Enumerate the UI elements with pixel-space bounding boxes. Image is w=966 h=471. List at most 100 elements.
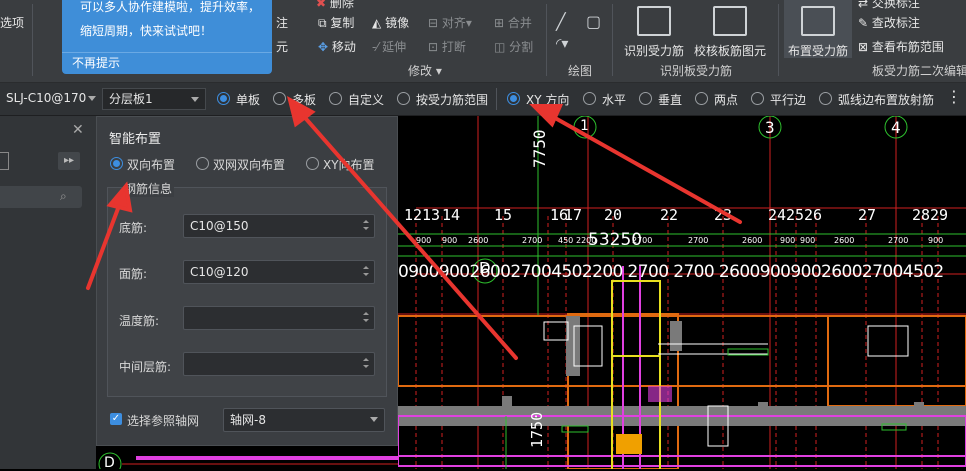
dim-small: 900 (416, 236, 432, 245)
axis-label: 15 (494, 206, 513, 224)
group-label-secondary: 板受力筋二次编辑 (872, 64, 966, 78)
mid-rebar-input[interactable] (183, 352, 375, 376)
axis-label: 14 (442, 206, 461, 224)
radio-xy[interactable] (306, 157, 319, 170)
dim-vertical-low: 1750 (528, 411, 546, 448)
radio-custom[interactable] (329, 92, 342, 105)
grid-select[interactable]: 轴网-8 (223, 408, 385, 432)
top-rebar-input[interactable]: C10@120 (183, 260, 375, 284)
split-icon: ◫ (494, 40, 506, 54)
delete-button[interactable]: ✖ 删除 (316, 0, 354, 11)
panel-icon[interactable] (0, 152, 9, 170)
axis-letter: D (479, 259, 491, 277)
ribbon-separator (32, 4, 33, 76)
dim-small: 900 (442, 236, 458, 245)
radio-label: 自定义 (348, 93, 385, 107)
mirror-icon: ◭ (372, 16, 382, 30)
arc-icon[interactable]: ◜▾ (556, 36, 568, 52)
radio-by-rebar-range[interactable] (397, 92, 410, 105)
break-icon: ⊡ (428, 40, 439, 54)
panel-title: 智能布置 (109, 132, 162, 147)
spinner-icon (363, 312, 369, 322)
radio-double-net[interactable] (196, 157, 209, 170)
axis-label-top: 1 (580, 118, 589, 134)
dim-total: 53250 (588, 230, 643, 250)
radio-multi-board[interactable] (273, 92, 286, 105)
dim-small: 450 (558, 236, 574, 245)
expand-icon[interactable]: ▸▸ (58, 152, 80, 170)
swap-label-button[interactable]: ⇄ 交换标注 (858, 0, 920, 11)
radio-bidirectional[interactable] (110, 157, 123, 170)
temp-rebar-input[interactable] (183, 306, 375, 330)
options-button[interactable]: 选项 (0, 14, 24, 31)
dim-small: 2700 (888, 236, 909, 245)
axis-label: 12 (404, 206, 423, 224)
option-bar: SLJ-C10@170 分层板1 单板 多板 自定义 按受力筋范围 XY 方向 … (0, 83, 966, 116)
radio-horizontal[interactable] (583, 92, 596, 105)
radio-label: XY 方向 (526, 93, 570, 107)
move-button[interactable]: ✥ 移动 (318, 38, 356, 55)
axis-label: 29 (930, 206, 949, 224)
axis-label: 17 (564, 206, 583, 224)
radio-single-board[interactable] (217, 92, 230, 105)
view-range-button[interactable]: ⊠ 查看布筋范围 (858, 38, 944, 55)
collab-tooltip: 可以多人协作建模啦，提升效率， 缩短周期，快来试试吧！ 不再提示 (62, 0, 272, 74)
canvas-strip: D (96, 446, 398, 471)
identify-icon (637, 6, 671, 36)
radio-xy-direction[interactable] (507, 92, 520, 105)
view-label-button[interactable]: ✎ 查改标注 (858, 14, 920, 31)
cad-canvas[interactable]: 1 3 4 7750 12 13 14 15 16 17 20 22 23 24… (398, 116, 966, 469)
merge-button[interactable]: ⊞ 合并 (494, 14, 532, 31)
mirror-button[interactable]: ◭ 镜像 (372, 14, 409, 31)
radio-two-points[interactable] (695, 92, 708, 105)
grid-checkbox-label: 选择参照轴网 (127, 414, 200, 428)
close-icon[interactable]: ✕ (72, 122, 84, 138)
identify-rebar-button[interactable]: 识别受力筋 (620, 6, 688, 59)
arrange-force-rebar-button[interactable]: 布置受力筋 (784, 0, 852, 58)
bottom-rebar-input[interactable]: C10@150 (183, 214, 375, 238)
rectangle-icon[interactable]: ▢ (586, 12, 601, 31)
group-label-modify[interactable]: 修改 ▾ (408, 62, 442, 79)
axis-label: 24 (768, 206, 787, 224)
line-icon[interactable]: ╱ (556, 12, 566, 31)
canvas-strip-drawing (98, 452, 398, 469)
split-button[interactable]: ◫ 分割 (494, 38, 533, 55)
extend-icon: -⁄ (372, 40, 379, 54)
cad-drawing (398, 116, 966, 469)
axis-label: 20 (604, 206, 623, 224)
more-options-icon[interactable]: ⋮ (946, 87, 962, 106)
ribbon-separator (546, 4, 547, 76)
chevron-down-icon (88, 96, 96, 101)
dim-small: 900 (780, 236, 796, 245)
rebar-select[interactable]: SLJ-C10@170 (0, 88, 102, 110)
radio-label: 按受力筋范围 (416, 93, 489, 107)
dim-small: 2700 (688, 236, 709, 245)
grid-checkbox[interactable]: ✓ (110, 413, 122, 425)
radio-label: 单板 (236, 93, 261, 107)
dim-small: 900 (800, 236, 816, 245)
copy-icon: ⧉ (318, 16, 327, 30)
layer-select[interactable]: 分层板1 (102, 88, 206, 110)
align-button[interactable]: ⊟ 对齐▾ (428, 14, 472, 31)
radio-vertical[interactable] (639, 92, 652, 105)
ribbon-separator (778, 4, 779, 76)
merge-icon: ⊞ (494, 16, 505, 30)
axis-label: 22 (660, 206, 679, 224)
dim-small: 2600 (742, 236, 763, 245)
chevron-down-icon (191, 97, 199, 102)
dismiss-tooltip-button[interactable]: 不再提示 (62, 52, 272, 74)
axis-label: 13 (422, 206, 441, 224)
align-icon: ⊟ (428, 16, 439, 30)
option-separator (496, 88, 497, 110)
section-title: 钢筋信息 (122, 180, 175, 197)
ribbon-separator (612, 4, 613, 76)
check-rebar-button[interactable]: 校核板筋图元 (690, 6, 770, 59)
copy-button[interactable]: ⧉ 复制 (318, 14, 354, 31)
annotate-partial: 注 (276, 16, 289, 30)
radio-parallel-edge[interactable] (751, 92, 764, 105)
radio-label: 弧线边布置放射筋 (838, 93, 935, 107)
break-button[interactable]: ⊡ 打断 (428, 38, 466, 55)
search-input[interactable]: ⌕ (0, 186, 82, 208)
radio-arc-radial[interactable] (819, 92, 832, 105)
extend-button[interactable]: -⁄ 延伸 (372, 38, 406, 55)
